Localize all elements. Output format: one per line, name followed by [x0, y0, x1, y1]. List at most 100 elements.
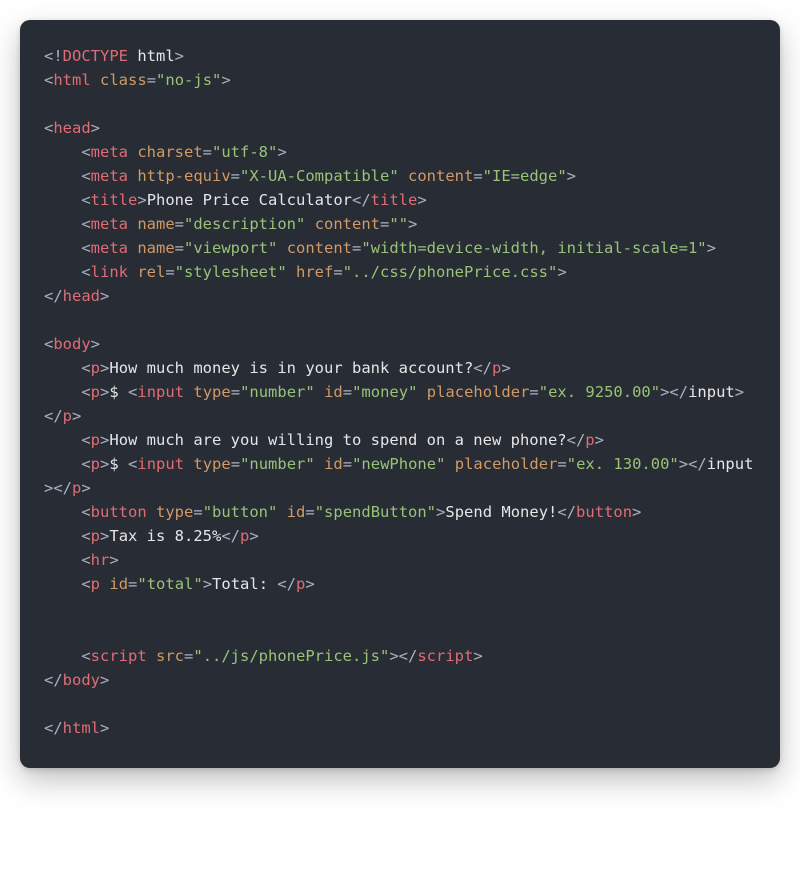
code-line [44, 692, 756, 716]
code-token: = [184, 647, 193, 665]
code-token: > [100, 359, 109, 377]
code-token: input [137, 383, 184, 401]
code-line: <p>How much are you willing to spend on … [44, 428, 756, 452]
code-token: > [44, 479, 53, 497]
code-token: "stylesheet" [175, 263, 287, 281]
code-token: > [305, 575, 314, 593]
code-token [315, 455, 324, 473]
code-token: < [128, 383, 137, 401]
code-token: Tax is 8.25% [109, 527, 221, 545]
code-token: < [44, 503, 91, 521]
code-token: > [277, 143, 286, 161]
code-token: > [91, 335, 100, 353]
code-token: "X-UA-Compatible" [240, 167, 399, 185]
code-token: < [44, 167, 91, 185]
code-line: <meta name="description" content=""> [44, 212, 756, 236]
code-token: < [44, 647, 91, 665]
code-token: = [333, 263, 342, 281]
code-token [147, 647, 156, 665]
code-token: type [156, 503, 193, 521]
code-token: script [417, 647, 473, 665]
code-token: placeholder [427, 383, 530, 401]
code-token: content [408, 167, 473, 185]
code-token: = [529, 383, 538, 401]
code-token: = [231, 383, 240, 401]
code-token: "" [389, 215, 408, 233]
code-token: type [193, 383, 230, 401]
code-token: > [221, 71, 230, 89]
code-token: title [371, 191, 418, 209]
code-token: = [147, 71, 156, 89]
code-token: "../css/phonePrice.css" [343, 263, 558, 281]
code-line: <p>How much money is in your bank accoun… [44, 356, 756, 380]
code-line: <p>Tax is 8.25%</p> [44, 524, 756, 548]
code-token: </ [669, 383, 688, 401]
code-token: class [100, 71, 147, 89]
code-token: script [91, 647, 147, 665]
code-token: p [492, 359, 501, 377]
code-token: button [576, 503, 632, 521]
code-token: Spend Money! [445, 503, 557, 521]
code-token: > [679, 455, 688, 473]
code-token: = [231, 455, 240, 473]
code-line: <link rel="stylesheet" href="../css/phon… [44, 260, 756, 284]
code-token: < [44, 527, 91, 545]
code-token: body [53, 335, 90, 353]
code-token: = [305, 503, 314, 521]
code-token [128, 143, 137, 161]
code-token: < [44, 71, 53, 89]
code-token: name [137, 215, 174, 233]
code-token: "number" [240, 455, 315, 473]
code-token: > [100, 455, 109, 473]
code-token: href [296, 263, 333, 281]
code-token: http-equiv [137, 167, 230, 185]
code-line: <meta name="viewport" content="width=dev… [44, 236, 756, 260]
code-token: < [44, 551, 91, 569]
code-token [277, 239, 286, 257]
code-token: meta [91, 239, 128, 257]
code-token: > [203, 575, 212, 593]
code-token: $ [109, 383, 128, 401]
code-token: > [249, 527, 258, 545]
code-snippet-card: <!DOCTYPE html><html class="no-js"> <hea… [20, 20, 780, 768]
code-token: > [100, 671, 109, 689]
code-token: hr [91, 551, 110, 569]
code-token: p [63, 407, 72, 425]
code-token: < [44, 359, 91, 377]
code-token: = [473, 167, 482, 185]
code-token: html [63, 719, 100, 737]
code-token [399, 167, 408, 185]
code-token [305, 215, 314, 233]
code-token [128, 215, 137, 233]
code-line: </body> [44, 668, 756, 692]
code-token: p [91, 575, 100, 593]
code-token: "total" [137, 575, 202, 593]
code-token: > [707, 239, 716, 257]
code-token: html [53, 71, 90, 89]
code-token: content [315, 215, 380, 233]
code-token: </ [44, 719, 63, 737]
code-token: "newPhone" [352, 455, 445, 473]
code-line [44, 92, 756, 116]
code-token: > [473, 647, 482, 665]
code-token: meta [91, 215, 128, 233]
code-token [128, 263, 137, 281]
code-token: meta [91, 167, 128, 185]
code-token [128, 239, 137, 257]
code-token: DOCTYPE [63, 47, 128, 65]
code-token: content [287, 239, 352, 257]
code-token: > [735, 383, 744, 401]
code-token: p [91, 359, 100, 377]
code-token: </ [352, 191, 371, 209]
code-token: > [100, 287, 109, 305]
code-token: id [324, 455, 343, 473]
code-line: <body> [44, 332, 756, 356]
code-token: "viewport" [184, 239, 277, 257]
code-token: "number" [240, 383, 315, 401]
code-token: src [156, 647, 184, 665]
code-token: < [44, 263, 91, 281]
code-token: < [44, 335, 53, 353]
code-token: < [44, 455, 91, 473]
code-token [315, 383, 324, 401]
code-token: = [165, 263, 174, 281]
